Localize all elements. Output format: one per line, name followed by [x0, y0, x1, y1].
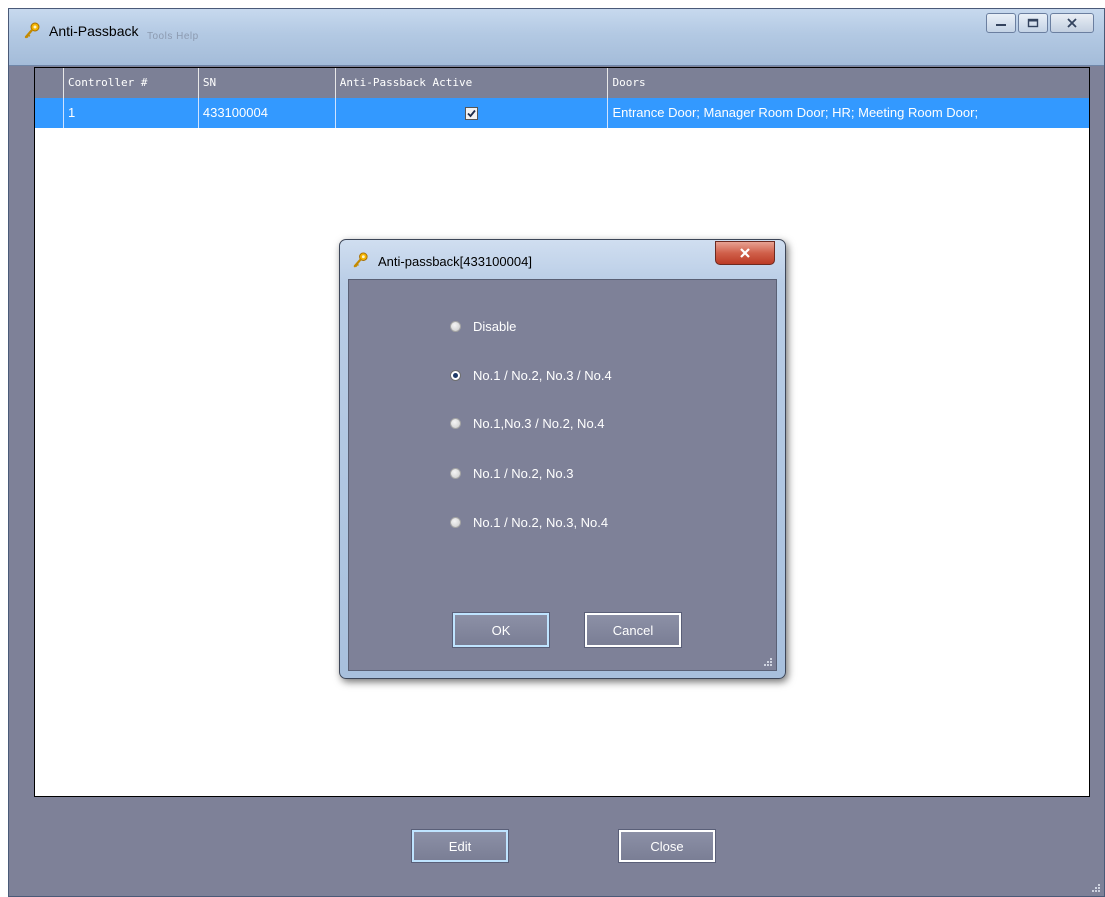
key-icon — [24, 22, 40, 39]
ok-button[interactable]: OK — [452, 612, 550, 648]
cell-sn: 433100004 — [199, 98, 336, 128]
option-label: No.1,No.3 / No.2, No.4 — [473, 415, 605, 431]
radio-button-selected[interactable] — [450, 369, 461, 381]
maximize-icon — [1027, 18, 1039, 28]
resize-grip-icon[interactable] — [763, 657, 773, 667]
key-icon — [353, 252, 368, 268]
title-bar[interactable]: Anti-Passback Tools Help — [9, 9, 1104, 66]
radio-button[interactable] — [450, 320, 461, 332]
close-icon — [1067, 18, 1077, 28]
close-icon — [740, 248, 750, 258]
column-header-sn[interactable]: SN — [199, 68, 336, 98]
radio-button[interactable] — [450, 417, 461, 429]
cell-anti-passback-active — [336, 98, 609, 128]
option-13-24[interactable]: No.1,No.3 / No.2, No.4 — [450, 413, 605, 433]
close-button[interactable]: Close — [618, 829, 716, 863]
option-label: No.1 / No.2, No.3 / No.4 — [473, 367, 612, 383]
column-header-controller[interactable]: Controller # — [64, 68, 199, 98]
dialog-body: Disable No.1 / No.2, No.3 / No.4 No.1,No… — [348, 279, 777, 671]
cancel-button[interactable]: Cancel — [584, 612, 682, 648]
column-header-doors[interactable]: Doors — [608, 68, 1089, 98]
option-label: No.1 / No.2, No.3 — [473, 465, 574, 481]
window-close-button[interactable] — [1050, 13, 1094, 33]
resize-grip-icon[interactable] — [1091, 883, 1101, 893]
checkmark-icon — [467, 109, 476, 118]
radio-button[interactable] — [450, 516, 461, 528]
anti-passback-active-checkbox[interactable] — [465, 107, 479, 121]
column-header-anti-passback-active[interactable]: Anti-Passback Active — [336, 68, 609, 98]
option-label: Disable — [473, 318, 517, 334]
dialog-close-button[interactable] — [715, 241, 775, 265]
table-row[interactable]: 1 433100004 Entrance Door; Manager Room … — [35, 98, 1089, 128]
dialog-title: Anti-passback[433100004] — [378, 254, 532, 269]
option-label: No.1 / No.2, No.3, No.4 — [473, 514, 609, 530]
maximize-button[interactable] — [1018, 13, 1048, 33]
cell-doors: Entrance Door; Manager Room Door; HR; Me… — [612, 105, 979, 120]
option-1-2-3-4[interactable]: No.1 / No.2, No.3 / No.4 — [450, 365, 612, 385]
anti-passback-dialog[interactable]: Anti-passback[433100004] Disable No.1 / … — [339, 239, 786, 679]
option-disable[interactable]: Disable — [450, 316, 516, 336]
column-header-row-selector[interactable] — [35, 68, 64, 98]
minimize-icon — [996, 24, 1006, 26]
window-title: Anti-Passback — [49, 23, 139, 39]
grid-header: Controller # SN Anti-Passback Active Doo… — [35, 68, 1089, 98]
menu-ghost: Tools Help — [147, 31, 199, 42]
cell-controller: 1 — [64, 98, 199, 128]
option-1-23[interactable]: No.1 / No.2, No.3 — [450, 463, 573, 483]
edit-button[interactable]: Edit — [411, 829, 509, 863]
minimize-button[interactable] — [986, 13, 1016, 33]
option-1-234[interactable]: No.1 / No.2, No.3, No.4 — [450, 512, 608, 532]
radio-button[interactable] — [450, 467, 461, 479]
row-selector[interactable] — [35, 98, 64, 128]
